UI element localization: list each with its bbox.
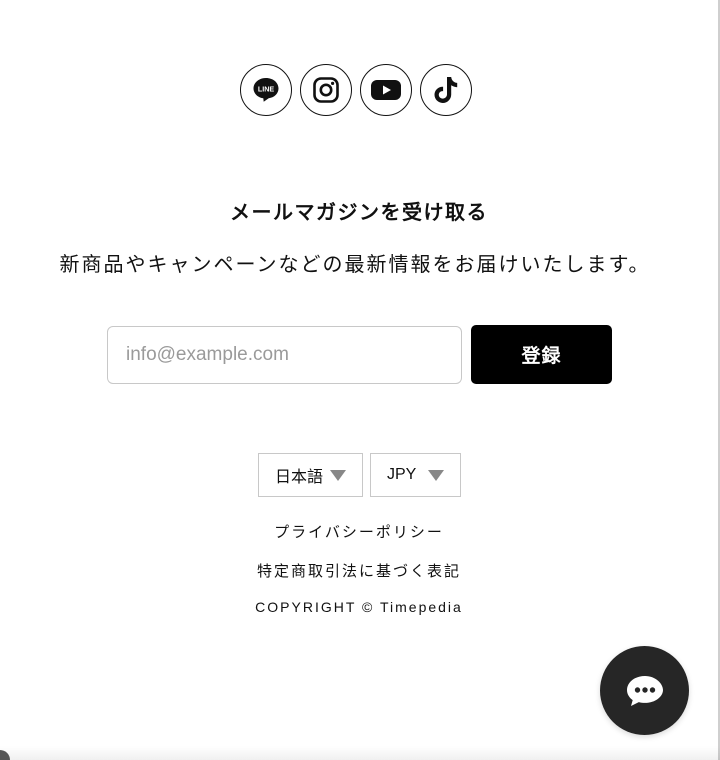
newsletter-title: メールマガジンを受け取る [230,202,488,224]
email-input[interactable] [107,326,462,384]
social-links: LINE [240,64,480,118]
currency-value: JPY [387,466,417,483]
instagram-icon [313,77,339,103]
bottom-shadow [0,746,720,760]
language-value: 日本語 [275,469,324,486]
tiktok-icon [434,77,458,103]
copyright-text: COPYRIGHT © Timepedia [255,599,463,615]
newsletter-description: 新商品やキャンペーンなどの最新情報をお届けいたします。 [59,254,651,276]
legal-notice-link[interactable]: 特定商取引法に基づく表記 [0,560,718,581]
line-icon: LINE [253,78,279,102]
caret-down-icon [428,469,444,481]
line-logo-text: LINE [258,84,275,93]
line-link[interactable]: LINE [240,64,292,116]
youtube-icon [371,80,401,100]
currency-select[interactable]: JPY [370,453,461,497]
chat-bubble-icon [626,675,663,706]
privacy-policy-link[interactable]: プライバシーポリシー [0,521,718,542]
instagram-link[interactable] [300,64,352,116]
caret-down-icon [330,469,346,481]
tiktok-link[interactable] [420,64,472,116]
chat-button[interactable] [600,646,689,735]
subscribe-button[interactable]: 登録 [471,325,612,384]
youtube-link[interactable] [360,64,412,116]
language-select[interactable]: 日本語 [258,453,363,497]
